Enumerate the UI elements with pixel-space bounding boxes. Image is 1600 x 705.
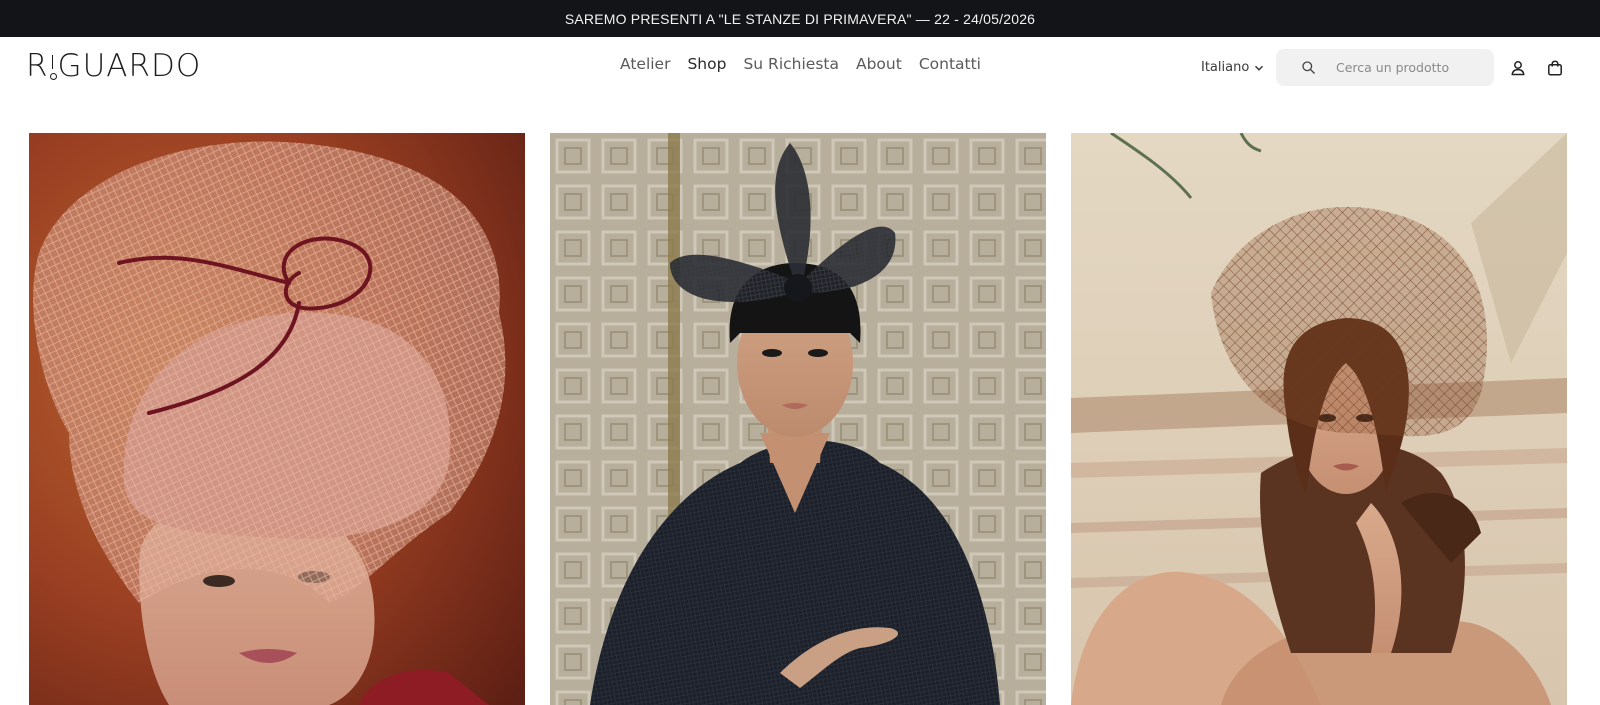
logo[interactable]: R GUARDO xyxy=(26,49,201,83)
announcement-bar: SAREMO PRESENTI A "LE STANZE DI PRIMAVER… xyxy=(0,0,1600,37)
site-header: R GUARDO Atelier Shop Su Richiesta About… xyxy=(0,37,1600,99)
gallery-image-2[interactable] xyxy=(550,133,1046,705)
shopping-bag-icon xyxy=(1548,60,1562,76)
account-button[interactable] xyxy=(1509,59,1527,77)
search-input[interactable] xyxy=(1336,49,1486,86)
logo-text-start: R xyxy=(26,48,49,84)
logo-text-end: GUARDO xyxy=(57,48,202,84)
gallery-image-1[interactable] xyxy=(29,133,525,705)
nav-item-contatti[interactable]: Contatti xyxy=(919,55,981,73)
nav-item-about[interactable]: About xyxy=(856,55,902,73)
nav-item-su-richiesta[interactable]: Su Richiesta xyxy=(743,55,839,73)
search-box xyxy=(1276,49,1494,86)
language-selector[interactable]: Italiano xyxy=(1201,60,1264,75)
search-icon[interactable] xyxy=(1301,60,1316,75)
user-icon xyxy=(1511,61,1525,76)
nav-item-shop[interactable]: Shop xyxy=(687,55,726,73)
language-selected: Italiano xyxy=(1201,60,1250,75)
nav-item-atelier[interactable]: Atelier xyxy=(620,55,670,73)
gallery-image-3[interactable] xyxy=(1071,133,1567,705)
product-photo xyxy=(550,133,1046,705)
product-gallery xyxy=(0,133,1600,705)
main-nav: Atelier Shop Su Richiesta About Contatti xyxy=(620,55,981,73)
chevron-down-icon xyxy=(1255,65,1264,71)
announcement-text: SAREMO PRESENTI A "LE STANZE DI PRIMAVER… xyxy=(564,10,1036,27)
cart-button[interactable] xyxy=(1546,59,1564,77)
product-photo xyxy=(29,133,525,705)
product-photo xyxy=(1071,133,1567,705)
